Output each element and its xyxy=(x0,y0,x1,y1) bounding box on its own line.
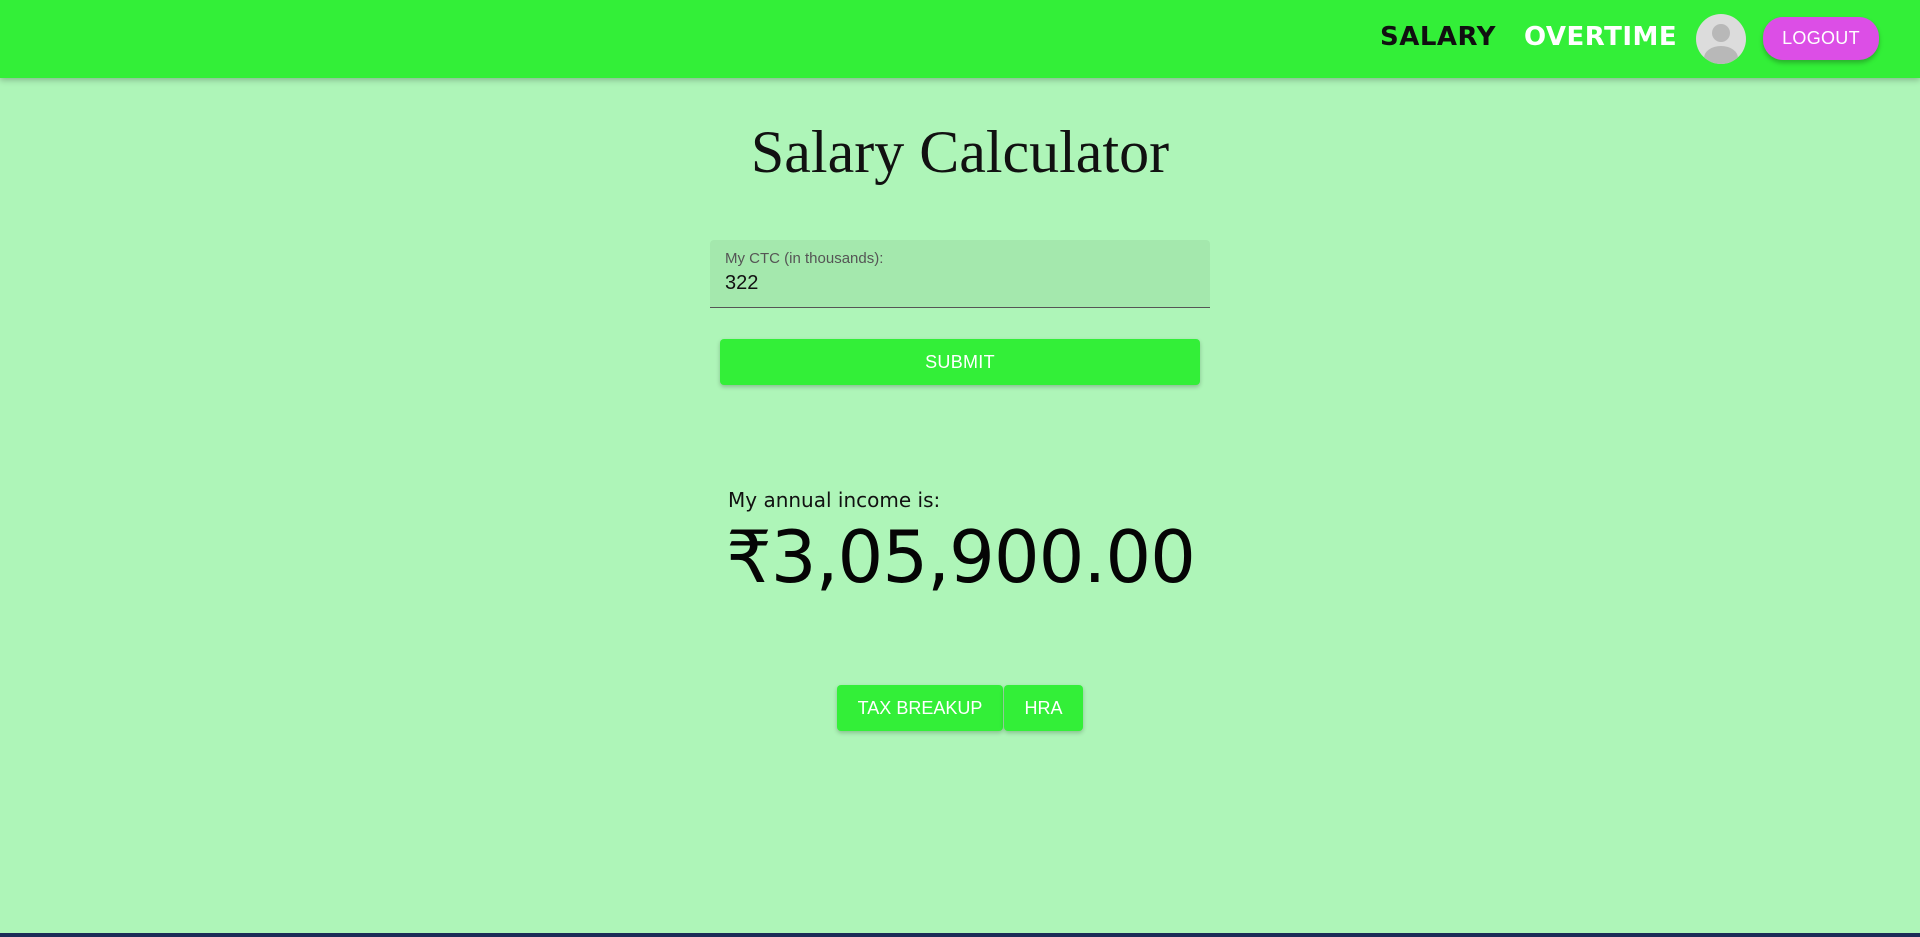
nav-overtime-link[interactable]: OVERTIME xyxy=(1524,22,1677,52)
logout-button[interactable]: LOGOUT xyxy=(1763,17,1879,60)
submit-button[interactable]: SUBMIT xyxy=(720,339,1200,385)
hra-button[interactable]: HRA xyxy=(1004,685,1083,731)
ctc-input[interactable] xyxy=(725,272,1185,295)
ctc-field[interactable]: My CTC (in thousands): xyxy=(710,240,1210,308)
nav-salary-link[interactable]: SALARY xyxy=(1380,22,1496,52)
income-label: My annual income is: xyxy=(728,488,941,512)
bottom-divider xyxy=(0,933,1920,937)
ctc-field-label: My CTC (in thousands): xyxy=(725,250,884,267)
tax-breakup-button[interactable]: TAX BREAKUP xyxy=(837,685,1003,731)
income-value: ₹3,05,900.00 xyxy=(726,515,1196,599)
page-title: Salary Calculator xyxy=(750,119,1170,185)
user-avatar-icon[interactable] xyxy=(1696,14,1746,64)
top-nav-bar: SALARY OVERTIME LOGOUT xyxy=(0,0,1920,78)
